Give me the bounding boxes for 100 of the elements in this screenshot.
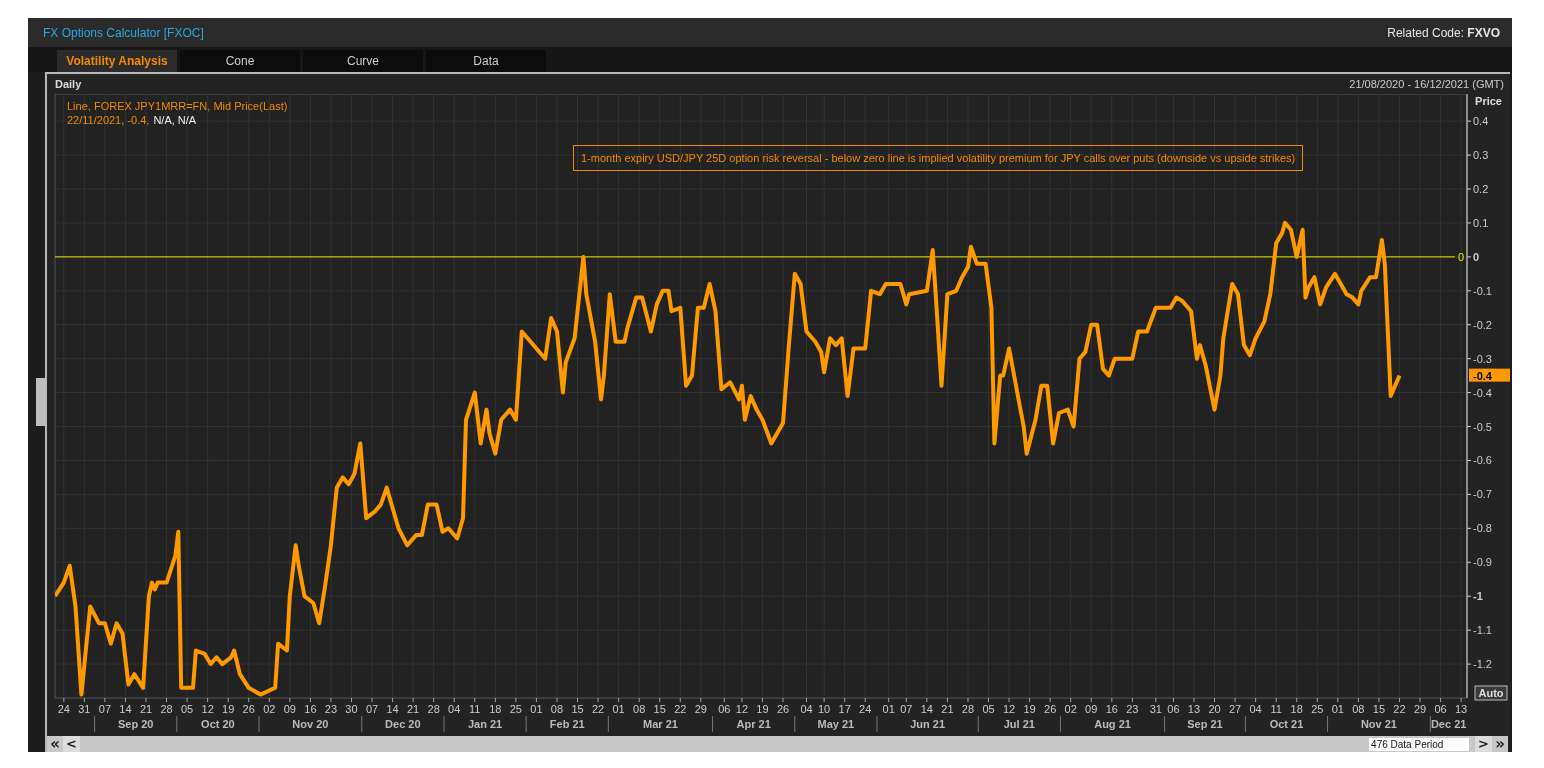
x-axis-label: 06 — [1434, 703, 1447, 715]
x-axis-label: 23 — [324, 703, 338, 715]
x-axis-label: 04 — [448, 703, 461, 715]
y-axis-label: -0.9 — [1473, 556, 1492, 569]
related-code: Related Code: FXVO — [1387, 25, 1500, 40]
x-axis-label: 22 — [674, 703, 687, 715]
month-label: Aug 21 — [1094, 718, 1131, 730]
x-axis-label: 09 — [283, 703, 296, 715]
x-axis-label: 25 — [509, 703, 522, 715]
x-axis-label: 07 — [98, 703, 112, 715]
y-axis-label: 0.4 — [1473, 115, 1489, 128]
x-axis-label: 12 — [1002, 703, 1016, 715]
x-axis-label: 02 — [263, 703, 276, 715]
x-axis-label: 29 — [1413, 703, 1427, 715]
x-axis-label: 18 — [1290, 703, 1303, 715]
y-axis-label: 0.2 — [1473, 183, 1489, 195]
x-axis-label: 27 — [1228, 703, 1242, 715]
y-axis-label: -0.5 — [1473, 420, 1492, 433]
tab[interactable]: Data — [426, 50, 546, 72]
x-axis-label: 16 — [1105, 703, 1118, 715]
x-axis-label: 04 — [1249, 703, 1262, 715]
x-axis-label: 14 — [119, 703, 132, 715]
x-axis-label: 28 — [427, 703, 440, 715]
month-label: Jun 21 — [910, 718, 945, 730]
legend-series: Line, FOREX JPY1MRR=FN, Mid Price(Last) — [67, 100, 288, 112]
x-axis-label: 15 — [1372, 703, 1386, 715]
y-axis-label: 0.3 — [1473, 149, 1489, 162]
annotation-note: 1-month expiry USD/JPY 25D option risk reversal - below zero line is implied volatility premium for JPY calls over puts (downside vs upside strikes) — [573, 145, 1304, 171]
x-axis-label: 24 — [859, 703, 872, 715]
x-axis-label: 23 — [1126, 703, 1139, 715]
date-range: 21/08/2020 - 16/12/2021 (GMT) — [1349, 78, 1504, 90]
y-axis-label: -0.2 — [1473, 318, 1492, 331]
x-axis-label: 13 — [1187, 703, 1201, 715]
side-panel-handle[interactable] — [36, 378, 46, 426]
scroll-left-button[interactable]: < — [63, 736, 80, 752]
month-label: Nov 21 — [1360, 718, 1397, 730]
month-label: Mar 21 — [643, 718, 678, 730]
month-label: Dec 21 — [1430, 718, 1467, 730]
scroll-right-button[interactable]: > — [1475, 736, 1492, 752]
month-label: Sep 21 — [1187, 718, 1223, 730]
x-axis-label: 14 — [920, 703, 933, 715]
month-label: Oct 20 — [201, 718, 235, 730]
month-label: Oct 21 — [1269, 718, 1304, 730]
x-axis-label: 05 — [180, 703, 194, 715]
x-axis-label: 29 — [694, 703, 707, 715]
tab[interactable]: Curve — [303, 50, 423, 72]
x-axis-label: 07 — [900, 703, 913, 715]
tab[interactable]: Cone — [180, 50, 300, 72]
interval-label: Daily — [55, 78, 82, 90]
x-axis-label: 30 — [345, 703, 358, 715]
auto-button[interactable]: Auto — [1474, 685, 1508, 701]
x-axis-label: 13 — [1455, 703, 1468, 715]
month-label: Apr 21 — [736, 718, 771, 730]
x-axis-label: 10 — [818, 703, 831, 715]
x-axis-label: 02 — [1064, 703, 1077, 715]
x-axis-label: 01 — [1331, 703, 1344, 715]
y-axis-label: -1.1 — [1473, 624, 1492, 637]
x-axis-label: 22 — [1393, 703, 1406, 715]
x-axis-label: 01 — [530, 703, 543, 715]
x-axis-label: 08 — [1352, 703, 1365, 715]
x-axis-label: 16 — [304, 703, 317, 715]
x-axis-label: 06 — [718, 703, 731, 715]
x-axis-label: 21 — [407, 703, 420, 715]
data-period-field[interactable]: 476 Data Period — [1369, 737, 1470, 751]
x-axis-label: 19 — [756, 703, 769, 715]
y-axis-label: -0.1 — [1473, 284, 1492, 297]
x-axis-label: 19 — [1023, 703, 1036, 715]
y-axis-label: -1.2 — [1473, 658, 1492, 671]
x-axis-label: 26 — [242, 703, 255, 715]
y-axis-label: -0.3 — [1473, 352, 1492, 365]
month-label: Jul 21 — [1003, 718, 1035, 730]
window-title: FX Options Calculator [FXOC] — [43, 25, 204, 40]
month-label: Nov 20 — [292, 718, 329, 730]
tab[interactable]: Volatility Analysis — [57, 50, 177, 72]
y-axis-label: 0.1 — [1473, 216, 1489, 229]
x-axis-label: 11 — [1270, 703, 1282, 715]
x-axis-label: 08 — [633, 703, 646, 715]
month-label: Feb 21 — [549, 718, 585, 730]
x-axis-label: 28 — [160, 703, 173, 715]
x-axis-label: 06 — [1167, 703, 1180, 715]
x-axis-label: 05 — [982, 703, 995, 715]
x-axis-label: 07 — [365, 703, 379, 715]
x-axis-label: 01 — [612, 703, 625, 715]
x-axis-label: 24 — [57, 703, 70, 715]
legend-readout: 22/11/2021, -0.4, — [67, 113, 150, 127]
x-axis-label: 08 — [550, 703, 564, 715]
x-axis-label: 09 — [1085, 703, 1098, 715]
x-axis-label: 18 — [489, 703, 502, 715]
y-axis-label: -1 — [1473, 590, 1483, 603]
x-axis-label: 28 — [961, 703, 975, 715]
y-axis-label: 0 — [1473, 250, 1480, 263]
x-axis-label: 20 — [1208, 703, 1221, 715]
month-label: May 21 — [817, 718, 855, 730]
x-axis-label: 04 — [800, 703, 813, 715]
last-value-marker: -0.4 — [1469, 368, 1510, 382]
x-axis-label: 12 — [201, 703, 214, 715]
y-axis-label: -0.4 — [1473, 386, 1492, 399]
y-axis-label: -0.7 — [1473, 488, 1492, 501]
legend-readout: N/A, N/A — [153, 113, 197, 127]
zero-line-label: 0 — [1457, 250, 1464, 263]
